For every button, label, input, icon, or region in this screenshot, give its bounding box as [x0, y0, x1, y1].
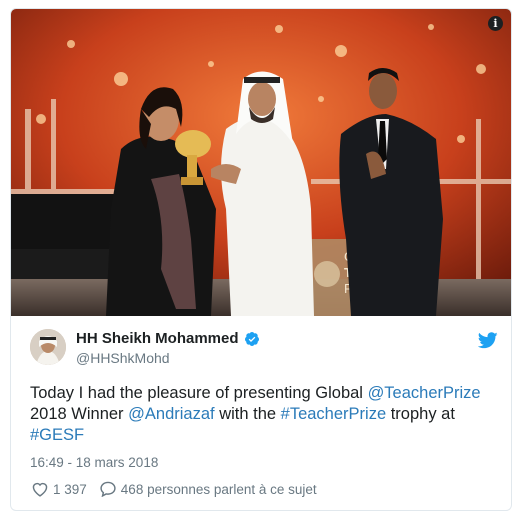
tweet-text-segment: 2018 Winner [30, 405, 129, 423]
tweet-timestamp[interactable]: 16:49 - 18 mars 2018 [30, 455, 158, 470]
tweet-text: Today I had the pleasure of presenting G… [30, 383, 500, 446]
tweet-photo[interactable]: GL TE PRI [11, 9, 511, 316]
tweet-author: HH Sheikh Mohammed @HHShkMohd [30, 329, 500, 369]
tweet-link[interactable]: @Andriazaf [128, 405, 214, 423]
like-count: 1 397 [53, 481, 87, 497]
like-action[interactable]: 1 397 [31, 481, 87, 497]
tweet-card: GL TE PRI [10, 8, 512, 511]
award-ceremony-image: GL TE PRI [11, 9, 511, 316]
conversation-text: 468 personnes parlent à ce sujet [120, 481, 317, 497]
twitter-bird-icon[interactable] [478, 332, 498, 349]
tweet-actions: 1 397 468 personnes parlent à ce sujet [31, 481, 329, 497]
heart-icon [32, 482, 48, 497]
tweet-text-segment: Today I had the pleasure of presenting G… [30, 384, 368, 402]
verified-badge-icon [244, 331, 259, 346]
speech-bubble-icon [100, 481, 116, 497]
tweet-link[interactable]: #TeacherPrize [281, 405, 386, 423]
tweet-text-segment: with the [214, 405, 281, 423]
tweet-text-segment: trophy at [386, 405, 455, 423]
author-name-row: HH Sheikh Mohammed [76, 330, 260, 347]
info-icon[interactable]: i [488, 16, 503, 31]
author-handle[interactable]: @HHShkMohd [76, 350, 170, 366]
avatar-image [30, 329, 66, 365]
author-name[interactable]: HH Sheikh Mohammed [76, 330, 239, 347]
tweet-link[interactable]: @TeacherPrize [368, 384, 481, 402]
avatar[interactable] [30, 329, 66, 365]
reply-action[interactable]: 468 personnes parlent à ce sujet [99, 481, 317, 497]
tweet-link[interactable]: #GESF [30, 426, 84, 444]
